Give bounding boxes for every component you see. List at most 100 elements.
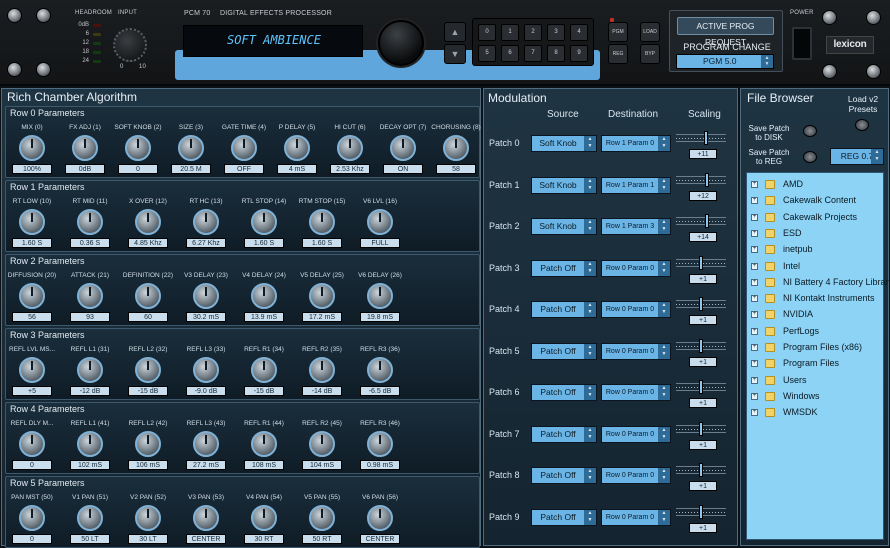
param-knob[interactable] — [193, 505, 219, 531]
param-value[interactable]: OFF — [224, 164, 264, 174]
param-knob[interactable] — [125, 135, 151, 161]
param-knob[interactable] — [135, 209, 161, 235]
param-value[interactable]: 30.2 mS — [186, 312, 226, 322]
param-knob[interactable] — [309, 505, 335, 531]
param-value[interactable]: 1.60 S — [244, 238, 284, 248]
scaling-slider[interactable] — [676, 504, 726, 519]
save-to-reg-button[interactable] — [803, 151, 817, 163]
param-knob[interactable] — [77, 283, 103, 309]
param-knob[interactable] — [19, 209, 45, 235]
pgm-button[interactable]: PGM — [608, 22, 628, 42]
param-knob[interactable] — [367, 431, 393, 457]
source-select[interactable]: Soft Knob ▲ ▼ — [531, 218, 597, 235]
spinner-icon[interactable]: ▲ ▼ — [658, 468, 670, 483]
spinner-icon[interactable]: ▲ ▼ — [658, 219, 670, 234]
folder-item[interactable]: + NI Kontakt Instruments — [751, 291, 885, 306]
param-knob[interactable] — [193, 283, 219, 309]
param-knob[interactable] — [135, 505, 161, 531]
expand-icon[interactable]: + — [751, 327, 758, 335]
destination-select[interactable]: Row 1 Param 3 ▲ ▼ — [601, 218, 671, 235]
folder-item[interactable]: + Windows — [751, 389, 885, 404]
destination-select[interactable]: Row 1 Param 1 ▲ ▼ — [601, 176, 671, 194]
key-9-button[interactable]: 9 — [570, 45, 588, 62]
key-0-button[interactable]: 0 — [478, 24, 496, 41]
source-select[interactable]: Patch Off ▲ ▼ — [531, 467, 597, 484]
param-knob[interactable] — [77, 505, 103, 531]
param-value[interactable]: 19.8 mS — [360, 312, 400, 322]
folder-item[interactable]: + NI Battery 4 Factory Library — [751, 275, 890, 290]
key-2-button[interactable]: 2 — [524, 24, 542, 41]
expand-icon[interactable]: + — [751, 278, 758, 286]
param-value[interactable]: 13.9 mS — [244, 312, 284, 322]
param-knob[interactable] — [135, 357, 161, 383]
param-knob[interactable] — [77, 209, 103, 235]
spinner-icon[interactable]: ▲ ▼ — [658, 177, 670, 193]
param-knob[interactable] — [309, 357, 335, 383]
param-knob[interactable] — [231, 135, 257, 161]
param-value[interactable]: 1.60 S — [12, 238, 52, 248]
expand-icon[interactable]: + — [751, 181, 758, 188]
param-value[interactable]: 0 — [12, 534, 52, 544]
param-knob[interactable] — [135, 283, 161, 309]
param-value[interactable]: FULL — [360, 238, 400, 248]
slider-thumb[interactable] — [699, 297, 703, 311]
spinner-icon[interactable]: ▲ ▼ — [658, 343, 670, 359]
slider-thumb[interactable] — [699, 504, 703, 519]
expand-icon[interactable]: + — [751, 409, 758, 417]
param-knob[interactable] — [337, 135, 363, 161]
spinner-icon[interactable]: ▲ ▼ — [584, 219, 596, 234]
expand-icon[interactable]: + — [751, 295, 758, 303]
param-value[interactable]: 1.60 S — [302, 238, 342, 248]
param-value[interactable]: 27.2 mS — [186, 460, 226, 470]
folder-item[interactable]: + Program Files (x86) — [751, 340, 885, 355]
save-to-disk-button[interactable] — [803, 125, 817, 137]
param-value[interactable]: 102 mS — [70, 460, 110, 470]
key-1-button[interactable]: 1 — [501, 24, 519, 41]
spinner-icon[interactable]: ▲ ▼ — [584, 385, 596, 400]
expand-icon[interactable]: + — [751, 246, 758, 254]
param-knob[interactable] — [251, 357, 277, 383]
spinner-icon[interactable]: ▲ ▼ — [584, 260, 596, 276]
param-value[interactable]: 0 — [118, 164, 158, 174]
param-value[interactable]: CENTER — [186, 534, 226, 544]
param-value[interactable]: 30 RT — [244, 534, 284, 544]
param-value[interactable]: 0.36 S — [70, 238, 110, 248]
param-value[interactable]: -6.5 dB — [360, 386, 400, 396]
param-knob[interactable] — [251, 431, 277, 457]
param-value[interactable]: 60 — [128, 312, 168, 322]
spinner-icon[interactable]: ▲ ▼ — [658, 426, 670, 442]
source-select[interactable]: Patch Off ▲ ▼ — [531, 508, 597, 526]
param-value[interactable]: -14 dB — [302, 386, 342, 396]
param-knob[interactable] — [309, 283, 335, 309]
up-arrow-button[interactable]: ▲ — [444, 22, 466, 42]
destination-select[interactable]: Row 0 Param 0 ▲ ▼ — [601, 467, 671, 484]
param-knob[interactable] — [193, 431, 219, 457]
folder-item[interactable]: + ESD — [751, 226, 885, 241]
destination-select[interactable]: Row 0 Param 0 ▲ ▼ — [601, 342, 671, 360]
spinner-icon[interactable]: ▲ ▼ — [584, 177, 596, 193]
param-knob[interactable] — [19, 357, 45, 383]
expand-icon[interactable]: + — [751, 392, 758, 400]
param-value[interactable]: 106 mS — [128, 460, 168, 470]
param-value[interactable]: -9.0 dB — [186, 386, 226, 396]
spinner-icon[interactable]: ▲ ▼ — [584, 136, 596, 151]
slider-thumb[interactable] — [704, 131, 709, 145]
scaling-slider[interactable] — [676, 131, 726, 145]
power-switch[interactable] — [792, 27, 812, 60]
param-value[interactable]: 6.27 Khz — [186, 238, 226, 248]
expand-icon[interactable]: + — [751, 229, 758, 237]
expand-icon[interactable]: + — [751, 344, 758, 351]
spinner-icon[interactable]: ▲ ▼ — [658, 385, 670, 400]
param-knob[interactable] — [284, 135, 310, 161]
param-knob[interactable] — [72, 135, 98, 161]
scaling-slider[interactable] — [676, 338, 726, 353]
source-select[interactable]: Patch Off ▲ ▼ — [531, 425, 597, 443]
scaling-slider[interactable] — [676, 380, 726, 394]
scaling-slider[interactable] — [676, 255, 726, 270]
param-value[interactable]: 56 — [12, 312, 52, 322]
expand-icon[interactable]: + — [751, 311, 758, 319]
reg-button[interactable]: REG — [608, 44, 628, 64]
param-knob[interactable] — [19, 505, 45, 531]
param-value[interactable]: 58 — [436, 164, 476, 174]
spinner-icon[interactable]: ▲ ▼ — [658, 260, 670, 276]
